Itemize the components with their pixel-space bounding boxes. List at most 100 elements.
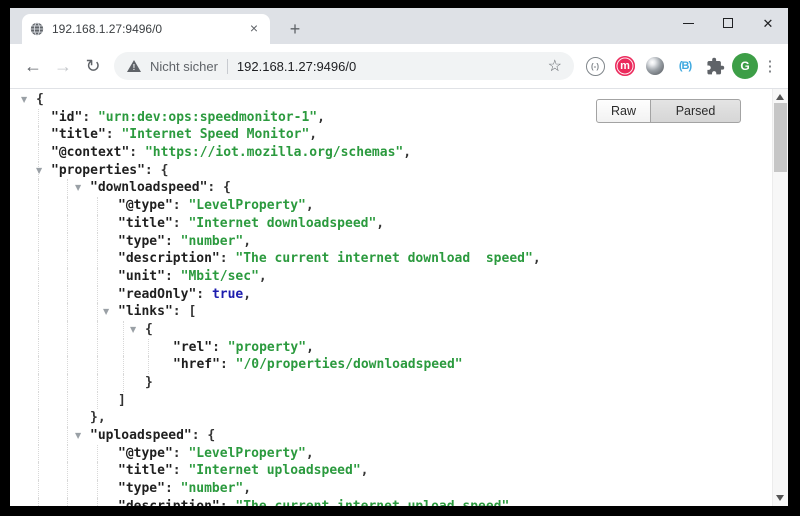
indent-guide — [38, 233, 39, 251]
json-punct: , — [309, 127, 317, 142]
scrollbar[interactable] — [772, 89, 788, 506]
new-tab-button[interactable]: + — [282, 17, 308, 43]
json-line: ▼{ — [10, 321, 772, 339]
indent-guide — [123, 321, 124, 339]
indent-guide — [123, 339, 124, 357]
json-key: "readOnly" — [118, 287, 196, 302]
json-punct: : — [165, 234, 181, 249]
view-toggle: Raw Parsed — [596, 99, 741, 123]
json-line: "title": "Internet downloadspeed", — [10, 215, 772, 233]
json-string: "Internet downloadspeed" — [188, 216, 376, 231]
json-key: "links" — [118, 304, 173, 319]
tab-close-icon[interactable]: × — [246, 21, 262, 37]
json-line: "rel": "property", — [10, 339, 772, 357]
indent-guide — [67, 427, 68, 445]
indent-guide — [38, 445, 39, 463]
extension-bluetooth-button[interactable]: (B) — [670, 51, 700, 81]
json-line: ▼"downloadspeed": { — [10, 179, 772, 197]
scroll-down-icon[interactable] — [776, 495, 784, 501]
indent-guide — [97, 286, 98, 304]
reload-button[interactable]: ↻ — [78, 51, 108, 81]
json-key: "type" — [118, 481, 165, 496]
json-line: "href": "/0/properties/downloadspeed" — [10, 356, 772, 374]
json-punct: : { — [145, 163, 168, 178]
json-line: "type": "number", — [10, 480, 772, 498]
collapse-arrow-icon[interactable]: ▼ — [130, 321, 136, 339]
json-punct: : — [173, 463, 189, 478]
json-punct: ] — [118, 393, 126, 408]
json-key: "@type" — [118, 446, 173, 461]
browser-tab[interactable]: 192.168.1.27:9496/0 × — [22, 14, 270, 44]
extensions-menu-button[interactable] — [700, 51, 730, 81]
json-key: "@context" — [51, 145, 129, 160]
json-key: "href" — [173, 357, 220, 372]
json-key: "type" — [118, 234, 165, 249]
indent-guide — [67, 392, 68, 410]
back-button[interactable]: ← — [18, 51, 48, 81]
bookmark-star-icon[interactable]: ☆ — [548, 56, 562, 76]
browser-toolbar: ← → ↻ ! Nicht sicher 192.168.1.27:9496/0… — [10, 44, 788, 89]
extension-sphere-button[interactable] — [640, 51, 670, 81]
collapse-arrow-icon[interactable]: ▼ — [75, 427, 81, 445]
json-punct: , — [306, 340, 314, 355]
close-button[interactable]: ✕ — [748, 8, 788, 38]
tab-title: 192.168.1.27:9496/0 — [52, 22, 246, 36]
raw-button[interactable]: Raw — [596, 99, 651, 123]
profile-button[interactable]: G — [730, 51, 760, 81]
scrollbar-thumb[interactable] — [774, 103, 787, 172]
maximize-button[interactable] — [708, 8, 748, 38]
json-punct: : — [220, 499, 236, 506]
scroll-up-icon[interactable] — [776, 94, 784, 100]
indent-guide — [97, 303, 98, 321]
json-punct: , — [317, 110, 325, 125]
url-text[interactable]: 192.168.1.27:9496/0 — [237, 59, 356, 74]
indent-guide — [148, 356, 149, 374]
json-key: "title" — [118, 216, 173, 231]
extension-m-button[interactable]: m — [610, 51, 640, 81]
forward-button[interactable]: → — [48, 51, 78, 81]
indent-guide — [67, 374, 68, 392]
json-punct: : — [220, 251, 236, 266]
browser-menu-button[interactable]: ⋮ — [760, 57, 780, 75]
parsed-button[interactable]: Parsed — [650, 99, 741, 123]
json-punct: , — [259, 269, 267, 284]
gray-sphere-icon — [646, 57, 664, 75]
collapse-arrow-icon[interactable]: ▼ — [36, 162, 42, 180]
json-line: "title": "Internet uploadspeed", — [10, 462, 772, 480]
address-bar[interactable]: ! Nicht sicher 192.168.1.27:9496/0 ☆ — [114, 52, 574, 80]
indent-guide — [67, 250, 68, 268]
minimize-button[interactable] — [668, 8, 708, 38]
indent-guide — [38, 462, 39, 480]
json-punct: , — [361, 463, 369, 478]
json-string: "The current internet upload speed" — [235, 499, 509, 506]
indent-guide — [67, 445, 68, 463]
json-punct: { — [145, 322, 153, 337]
indent-guide — [38, 286, 39, 304]
json-punct: : — [165, 269, 181, 284]
json-line: } — [10, 374, 772, 392]
json-punct: { — [36, 92, 44, 107]
puzzle-piece-icon — [706, 57, 725, 76]
json-boolean: true — [212, 287, 243, 302]
json-line: ] — [10, 392, 772, 410]
collapse-arrow-icon[interactable]: ▼ — [21, 91, 27, 109]
json-punct: : — [173, 198, 189, 213]
json-string: "property" — [228, 340, 306, 355]
indent-guide — [97, 268, 98, 286]
security-label[interactable]: Nicht sicher — [150, 59, 218, 74]
json-key: "downloadspeed" — [90, 180, 207, 195]
collapse-arrow-icon[interactable]: ▼ — [103, 303, 109, 321]
json-punct: , — [533, 251, 541, 266]
indent-guide — [38, 215, 39, 233]
json-punct: }, — [90, 410, 106, 425]
extension-circle-button[interactable]: (-) — [580, 51, 610, 81]
json-key: "@type" — [118, 198, 173, 213]
collapse-arrow-icon[interactable]: ▼ — [75, 179, 81, 197]
indent-guide — [38, 321, 39, 339]
json-line: "title": "Internet Speed Monitor", — [10, 126, 772, 144]
window-controls: ✕ — [668, 8, 788, 38]
indent-guide — [67, 233, 68, 251]
indent-guide — [67, 303, 68, 321]
indent-guide — [38, 197, 39, 215]
indent-guide — [38, 392, 39, 410]
